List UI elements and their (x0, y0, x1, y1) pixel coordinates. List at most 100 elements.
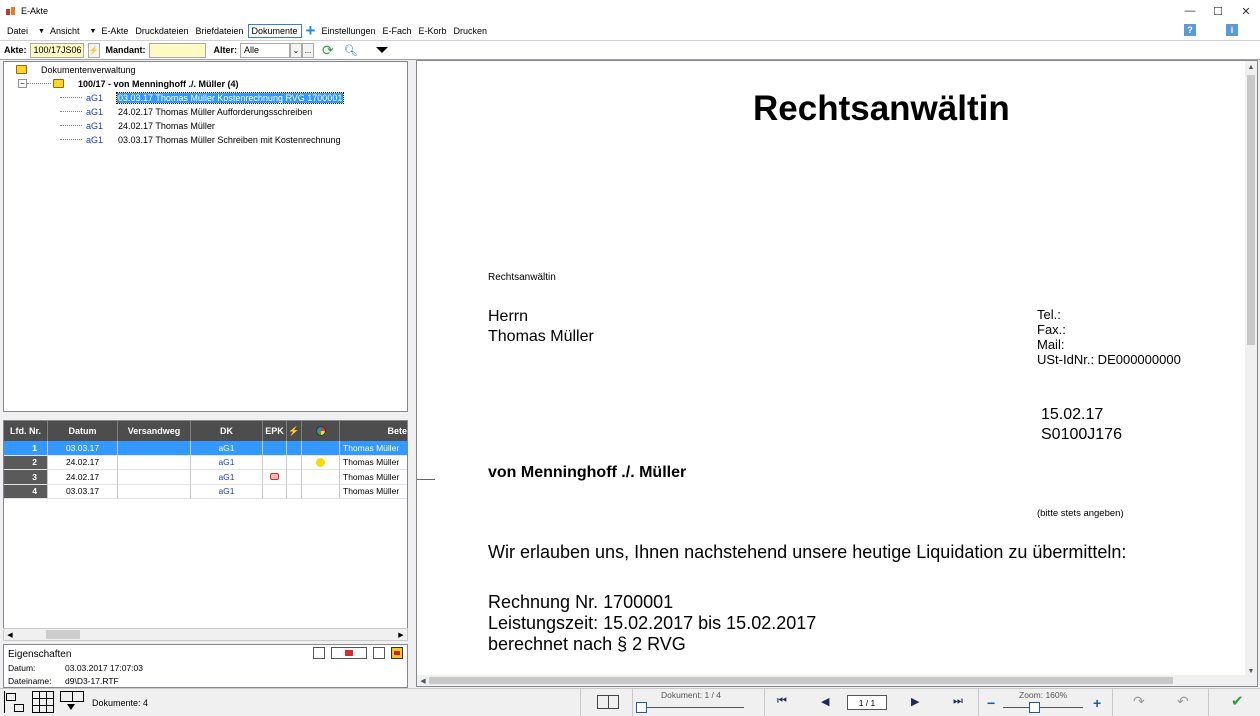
tree-case[interactable]: − 100/17 - von Menninghoff ./. Müller (4… (18, 77, 239, 90)
more-button[interactable]: ... (302, 42, 315, 58)
zoom-out-icon[interactable]: − (987, 695, 995, 711)
akte-toolbar: Akte: 100/17JS06 ⚡ Mandant: Alter: Alle … (0, 40, 1260, 60)
alter-dropdown-icon[interactable]: ⌄ (290, 42, 303, 58)
scroll-left-icon[interactable]: ◀ (4, 629, 16, 640)
scroll-thumb[interactable] (429, 677, 1173, 684)
dropdown-arrow-icon[interactable]: ▼ (38, 28, 45, 35)
mandant-input[interactable] (148, 42, 206, 58)
undo-icon[interactable]: ↶ (1177, 693, 1189, 710)
col-status[interactable] (302, 421, 340, 441)
tree-doc[interactable]: aG1 24.02.17 Thomas Müller (60, 119, 215, 132)
col-versandweg[interactable]: Versandweg (118, 421, 191, 441)
refresh-icon[interactable]: ⟳ (322, 42, 334, 59)
lightning-icon[interactable]: ⚡ (87, 42, 100, 58)
menu-drucken[interactable]: Drucken (451, 25, 491, 37)
menu-druckdateien[interactable]: Druckdateien (132, 25, 191, 37)
document-slider-thumb[interactable] (636, 702, 647, 713)
first-page-icon[interactable]: ⏮ (777, 695, 787, 708)
table-horizontal-scrollbar[interactable]: ◀ ▶ (3, 628, 408, 641)
row-beteiligt: Thomas Müller (340, 485, 407, 499)
col-datum[interactable]: Datum (48, 421, 118, 441)
akte-input[interactable]: 100/17JS06 (29, 42, 84, 58)
col-lightning[interactable]: ⚡ (287, 421, 302, 441)
menu-e-korb[interactable]: E-Korb (416, 25, 450, 37)
table-row[interactable]: 4 03.03.17 aG1 Thomas Müller (4, 484, 407, 499)
row-datum: 24.02.17 (48, 455, 118, 470)
menu-ansicht[interactable]: Ansicht (47, 25, 83, 37)
flag-button[interactable] (331, 647, 367, 659)
close-button[interactable]: ✕ (1232, 0, 1260, 22)
tree-doc[interactable]: aG1 03.03.17 Thomas Müller Schreiben mit… (60, 133, 340, 146)
row-datum: 03.03.17 (48, 441, 118, 456)
menu-briefdateien[interactable]: Briefdateien (192, 25, 246, 37)
row-versandweg (118, 470, 191, 485)
row-datum: 03.03.17 (48, 484, 118, 499)
add-icon[interactable]: + (306, 22, 316, 39)
zoom-in-icon[interactable]: + (1093, 695, 1101, 711)
table-row[interactable]: 2 24.02.17 aG1 Thomas Müller (4, 455, 407, 470)
help-icon[interactable]: ? (1184, 24, 1196, 36)
doc-type-code: aG1 (86, 134, 104, 145)
minimize-button[interactable]: — (1176, 0, 1204, 22)
expand-down-icon[interactable] (375, 47, 388, 53)
tree-root[interactable]: Dokumentenverwaltung (16, 63, 136, 76)
col-dk[interactable]: DK (191, 421, 263, 441)
document-slider-track[interactable] (636, 707, 744, 708)
row-versandweg (118, 484, 191, 499)
maximize-button[interactable]: ☐ (1204, 0, 1232, 22)
redo-icon[interactable]: ↷ (1133, 693, 1145, 710)
doc-basis: berechnet nach § 2 RVG (488, 634, 686, 654)
folder-mail-icon[interactable] (391, 647, 403, 659)
previous-page-icon[interactable]: ◀ (821, 695, 829, 708)
menu-e-akte[interactable]: E-Akte (98, 25, 131, 37)
zoom-label: Zoom: 160% (1019, 690, 1068, 700)
next-page-icon[interactable]: ▶ (911, 695, 919, 708)
grid-view-icon[interactable] (32, 691, 54, 713)
doc-invoice-number: Rechnung Nr. 1700001 (488, 592, 674, 612)
alter-select[interactable]: Alle (240, 42, 291, 58)
col-epk[interactable]: EPK (263, 421, 287, 441)
info-icon[interactable]: i (1226, 24, 1238, 36)
scroll-right-icon[interactable]: ▶ (395, 629, 407, 640)
tree-view-icon[interactable] (4, 691, 26, 713)
table-view-icon[interactable] (60, 691, 84, 713)
col-beteiligt[interactable]: Bete (340, 421, 407, 441)
dropdown-arrow-icon[interactable]: ▼ (89, 28, 96, 35)
doc-reference: S0100J176 (1041, 426, 1122, 443)
collapse-icon[interactable]: − (18, 79, 27, 88)
viewer-vertical-scrollbar[interactable]: ▲ ▼ (1245, 61, 1257, 677)
menu-einstellungen[interactable]: Einstellungen (318, 25, 378, 37)
page-number-input[interactable]: 1 / 1 (847, 695, 887, 710)
tree-doc[interactable]: aG1 24.02.17 Thomas Müller Aufforderungs… (60, 105, 312, 118)
tree-doc[interactable]: aG1 03.03.17 Thomas Müller Kostenrechnun… (60, 91, 345, 104)
checkbox[interactable] (373, 647, 385, 659)
table-row[interactable]: 3 24.02.17 aG1 Thomas Müller (4, 470, 407, 485)
last-page-icon[interactable]: ⏭ (953, 695, 963, 708)
scroll-up-icon[interactable]: ▲ (1245, 61, 1257, 73)
row-dk: aG1 (191, 470, 263, 485)
table-row[interactable]: 1 03.03.17 aG1 Thomas Müller (4, 441, 407, 456)
folder-icon (16, 65, 27, 74)
viewer-horizontal-scrollbar[interactable]: ◀ (417, 675, 1257, 686)
search-icon[interactable]: 🔍︎ (344, 44, 358, 57)
document-viewer[interactable]: Rechtsanwältin Rechtsanwältin Herrn Thom… (416, 60, 1258, 687)
scroll-thumb[interactable] (1247, 75, 1255, 345)
zoom-slider-track[interactable] (1003, 707, 1083, 708)
scroll-left-icon[interactable]: ◀ (417, 675, 429, 686)
mandant-label: Mandant: (105, 45, 146, 55)
row-dk: aG1 (191, 455, 263, 470)
checkbox[interactable] (313, 647, 325, 659)
menu-e-fach[interactable]: E-Fach (380, 25, 415, 37)
confirm-check-icon[interactable]: ✔ (1231, 692, 1244, 710)
book-view-icon[interactable] (597, 695, 619, 709)
menu-datei[interactable]: Datei (4, 25, 31, 37)
doc-subject: von Menninghoff ./. Müller (488, 464, 687, 481)
row-epk (263, 455, 287, 470)
doc-tel: Tel.: (1037, 307, 1061, 322)
col-lfd-nr[interactable]: Lfd. Nr. (4, 421, 48, 441)
menu-dokumente[interactable]: Dokumente (247, 24, 302, 38)
zoom-slider-thumb[interactable] (1029, 702, 1040, 713)
scroll-thumb[interactable] (46, 630, 80, 639)
doc-intro: Wir erlauben uns, Ihnen nachstehend unse… (488, 542, 1127, 562)
row-beteiligt: Thomas Müller (340, 470, 407, 485)
